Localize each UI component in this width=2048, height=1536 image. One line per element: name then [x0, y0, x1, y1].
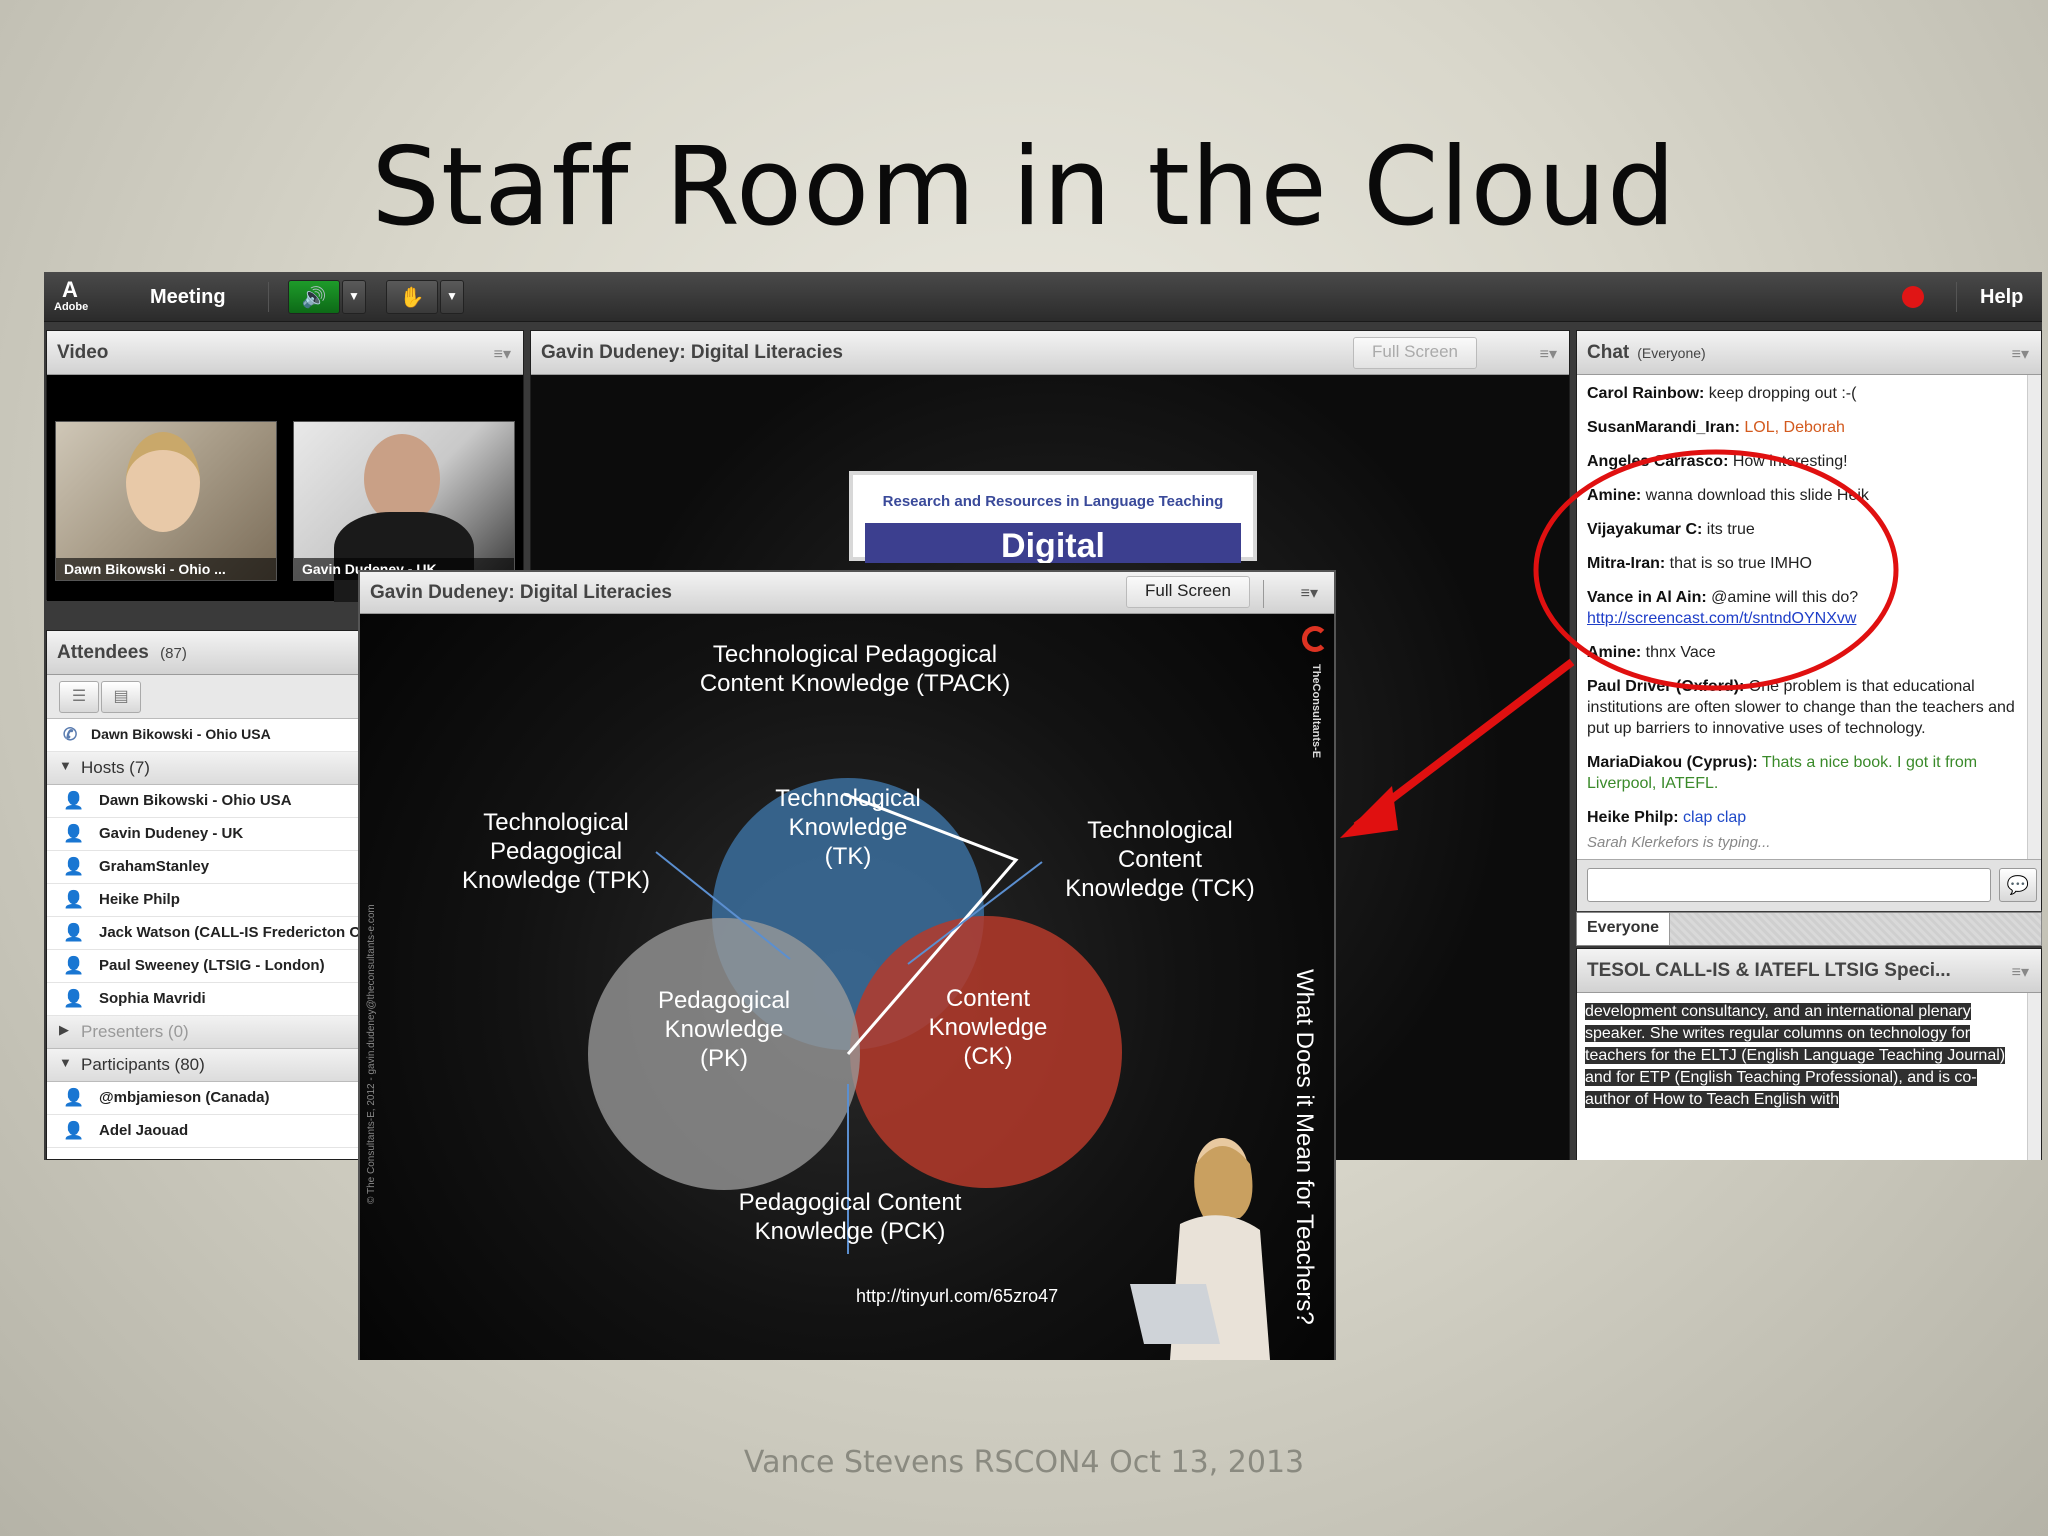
slide-footer: Vance Stevens RSCON4 Oct 13, 2013: [743, 1445, 1305, 1480]
tpk-label-line2: Pedagogical: [489, 838, 623, 865]
tpack-label: Technological Pedagogical Content Knowled…: [690, 640, 1020, 698]
pk-label-line1: Pedagogical: [657, 987, 791, 1014]
pck-label-line2: Knowledge (PCK): [754, 1218, 946, 1245]
tpk-label: Technological Pedagogical Knowledge (TPK): [446, 808, 666, 895]
ck-label-line2: Knowledge: [928, 1014, 1048, 1041]
ck-label-line1: Content: [945, 985, 1031, 1012]
pck-label: Pedagogical Content Knowledge (PCK): [700, 1188, 1000, 1246]
tk-label-line3: (TK): [824, 843, 872, 870]
front-share-header: Gavin Dudeney: Digital Literacies Full S…: [360, 572, 1334, 614]
front-share-title: Gavin Dudeney: Digital Literacies: [370, 582, 672, 603]
tk-label-line1: Technological: [775, 785, 921, 812]
tpack-slide: Technological Pedagogical Content Knowled…: [360, 614, 1334, 1360]
tpack-label-line2: Content Knowledge (TPACK): [699, 670, 1011, 697]
tpack-label-line1: Technological Pedagogical: [712, 641, 998, 668]
tck-label-line3: Knowledge (TCK): [1065, 875, 1255, 902]
tk-label: Technological Knowledge (TK): [738, 784, 958, 871]
header-divider: [1263, 580, 1264, 608]
tk-label-line2: Knowledge: [788, 814, 908, 841]
slide-url: http://tinyurl.com/65zro47: [856, 1286, 1059, 1306]
tck-label-line1: Technological: [1087, 817, 1233, 844]
annotation-arrowhead: [1340, 786, 1398, 838]
pk-label-line2: Knowledge: [664, 1016, 784, 1043]
tck-label-line2: Content: [1117, 846, 1203, 873]
tpk-label-line3: Knowledge (TPK): [461, 867, 651, 894]
fullscreen-button[interactable]: Full Screen: [1126, 576, 1250, 608]
ck-label: Content Knowledge (CK): [878, 984, 1098, 1071]
consultants-e-logo-icon: [1302, 626, 1328, 652]
highlight-ellipse: [1533, 449, 1899, 691]
pk-label: Pedagogical Knowledge (PK): [614, 986, 834, 1073]
pod-menu-icon[interactable]: ≡▾: [1301, 583, 1318, 603]
tck-label: Technological Content Knowledge (TCK): [1040, 816, 1280, 903]
pck-label-line1: Pedagogical Content: [738, 1189, 962, 1216]
pk-label-line3: (PK): [700, 1045, 748, 1072]
ck-label-line3: (CK): [963, 1043, 1013, 1070]
copyright-text: © The Consultants-E, 2012 - gavin.dudene…: [366, 904, 377, 1204]
woman-with-laptop-image: [1130, 1138, 1270, 1360]
brand-text: TheConsultants-E: [1310, 664, 1322, 759]
slide-question: What Does it Mean for Teachers?: [1291, 969, 1318, 1325]
tpk-label-line1: Technological: [483, 809, 629, 836]
share-pod-maximized: Gavin Dudeney: Digital Literacies Full S…: [358, 570, 1336, 1360]
